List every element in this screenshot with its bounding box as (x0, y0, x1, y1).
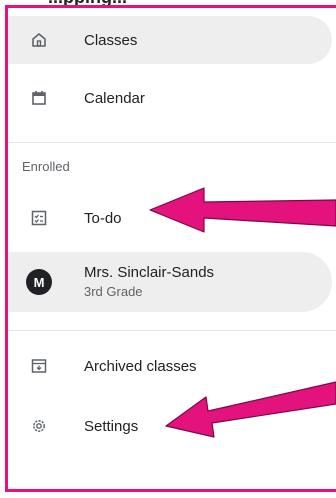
annotation-arrow-settings (165, 381, 336, 438)
screenshot-stage: ...pping... Classes Cale (0, 0, 336, 498)
